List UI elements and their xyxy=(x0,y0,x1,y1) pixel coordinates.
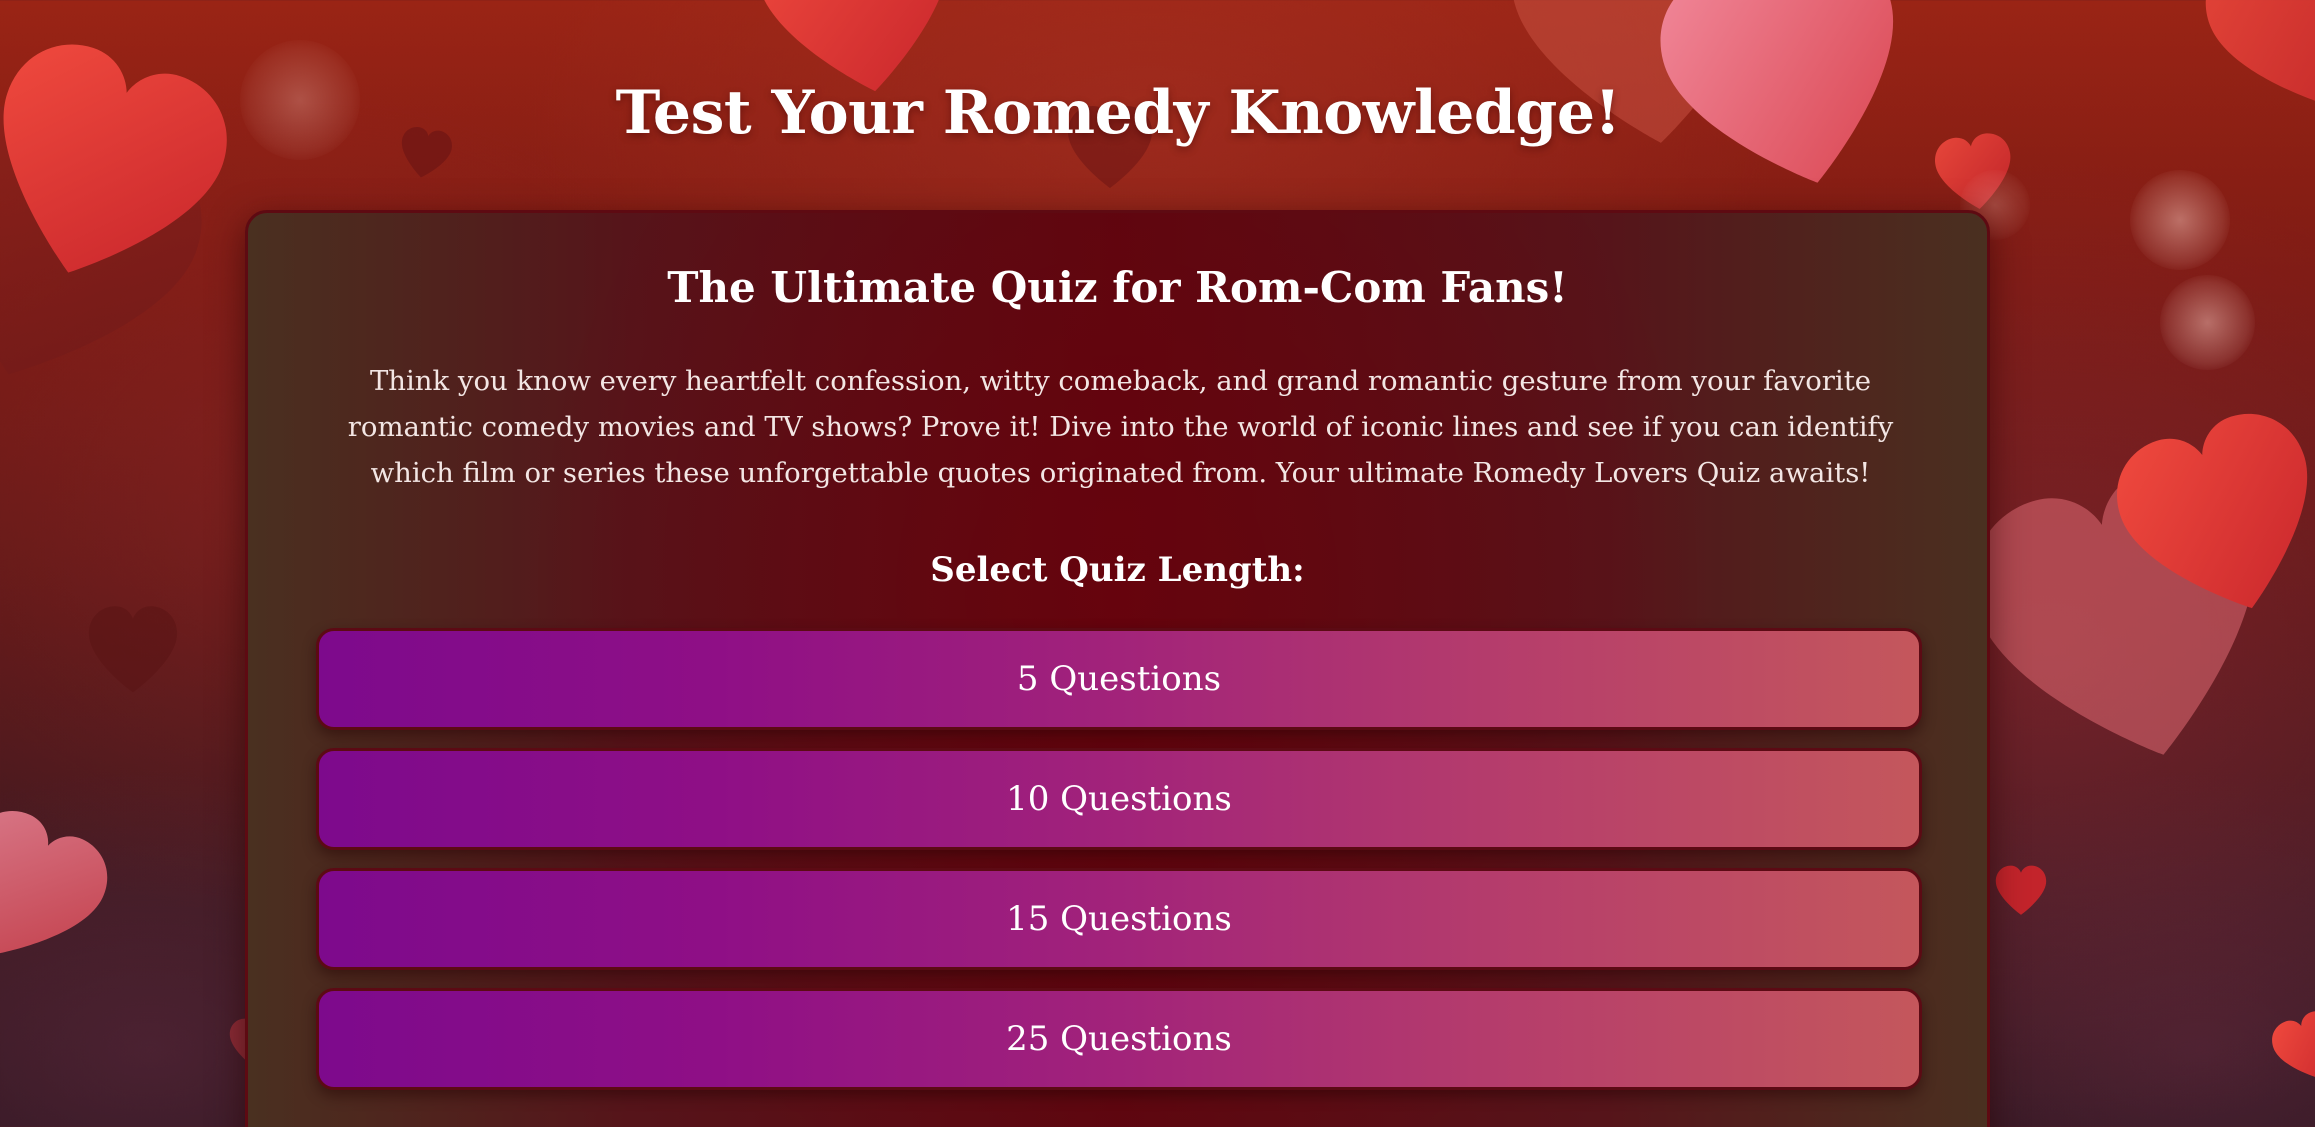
bokeh-light xyxy=(2160,275,2255,370)
heart-icon xyxy=(0,26,245,308)
quiz-length-label: Select Quiz Length: xyxy=(930,550,1305,590)
heart-icon xyxy=(1995,865,2047,915)
quiz-option-5-questions-button[interactable]: 5 Questions xyxy=(316,628,1922,730)
quiz-option-25-questions-button[interactable]: 25 Questions xyxy=(316,988,1922,1090)
quiz-card: The Ultimate Quiz for Rom-Com Fans! Thin… xyxy=(245,210,1990,1127)
heart-icon xyxy=(88,606,178,693)
quiz-heading: The Ultimate Quiz for Rom-Com Fans! xyxy=(667,263,1568,312)
quiz-option-10-questions-button[interactable]: 10 Questions xyxy=(316,748,1922,850)
quiz-option-15-questions-button[interactable]: 15 Questions xyxy=(316,868,1922,970)
quiz-intro-text: Think you know every heartfelt confessio… xyxy=(347,365,1894,489)
bokeh-light xyxy=(2130,170,2230,270)
page-title: Test Your Romedy Knowledge! xyxy=(615,78,1621,148)
heart-icon xyxy=(0,797,122,984)
heart-icon xyxy=(2266,1005,2315,1091)
quiz-length-options: 5 Questions 10 Questions 15 Questions 25… xyxy=(316,628,1922,1108)
